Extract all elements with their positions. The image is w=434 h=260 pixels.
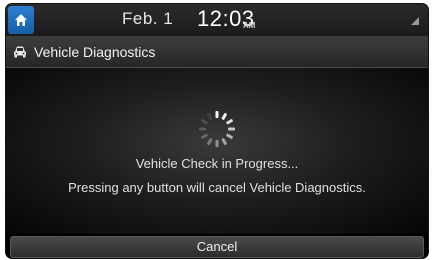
loading-spinner-icon	[199, 111, 235, 147]
progress-message: Vehicle Check in Progress...	[135, 156, 299, 171]
diagnostics-content: Vehicle Check in Progress... Pressing an…	[6, 68, 428, 234]
page-title: Vehicle Diagnostics	[34, 44, 156, 60]
title-bar: Vehicle Diagnostics	[6, 37, 428, 68]
infotainment-screen: Feb. 1 12:03 AM Vehicle Diagnostics Vehi…	[6, 4, 428, 258]
ampm-indicator: AM	[243, 21, 256, 30]
status-bar: Feb. 1 12:03 AM	[6, 4, 428, 37]
signal-icon	[411, 17, 419, 25]
date-display: Feb. 1	[122, 9, 174, 28]
cancel-hint-message: Pressing any button will cancel Vehicle …	[68, 180, 366, 195]
home-icon	[15, 14, 27, 26]
cancel-button[interactable]: Cancel	[10, 236, 424, 258]
car-icon	[14, 46, 26, 58]
home-button[interactable]	[8, 6, 34, 34]
